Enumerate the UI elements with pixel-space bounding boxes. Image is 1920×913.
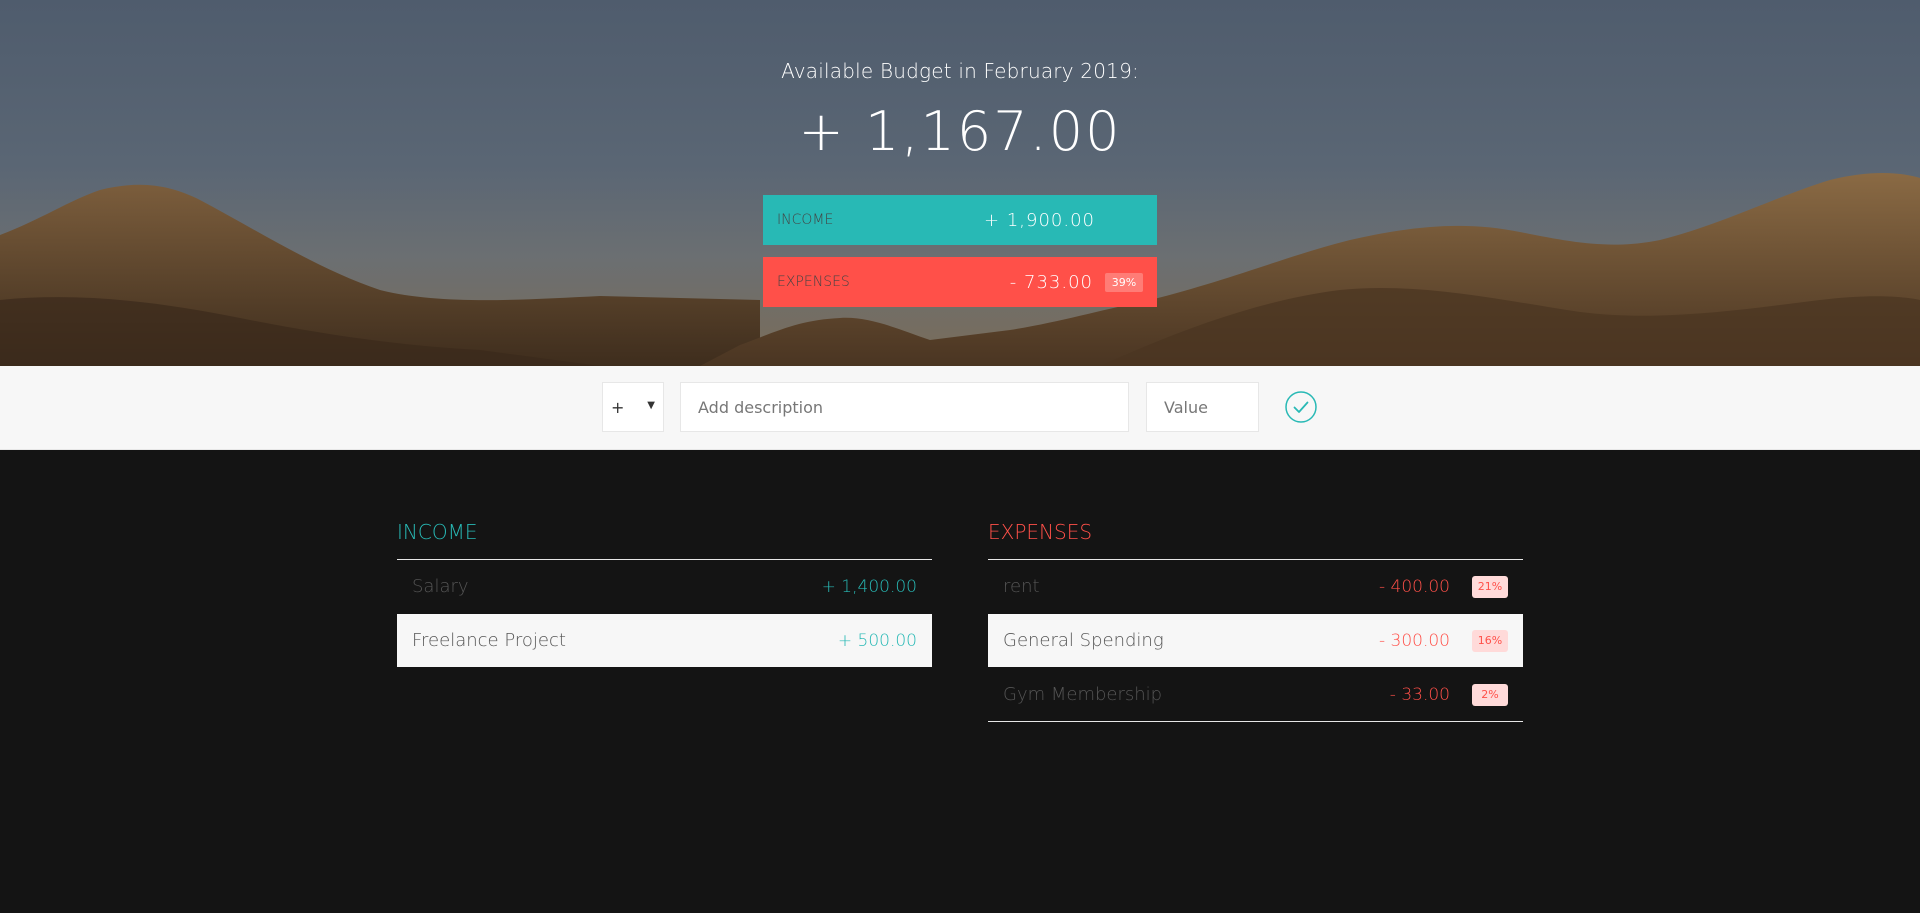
add-entry-bar: + ▼ <box>0 366 1920 450</box>
expenses-summary-value: - 733.00 <box>1009 271 1093 293</box>
add-entry-button[interactable] <box>1285 391 1317 423</box>
item-value: + 1,400.00 <box>821 576 917 597</box>
description-input[interactable] <box>680 382 1129 432</box>
item-value: - 33.00 <box>1389 684 1450 705</box>
item-value: + 500.00 <box>837 630 917 651</box>
item-description: Gym Membership <box>1003 684 1163 705</box>
income-items: Salary + 1,400.00 Freelance Project + 50… <box>397 559 932 668</box>
expenses-list-title: Expenses <box>988 520 1093 544</box>
entry-type-select[interactable]: + ▼ <box>602 382 664 432</box>
income-item[interactable]: Freelance Project + 500.00 <box>397 614 932 668</box>
income-summary: Income + 1,900.00 <box>763 195 1157 245</box>
expense-item[interactable]: rent - 400.00 21% <box>988 560 1523 614</box>
income-list-title: Income <box>397 520 478 544</box>
budget-header: Available Budget in February 2019: + 1,1… <box>0 0 1920 366</box>
item-value: - 300.00 <box>1378 630 1450 651</box>
expenses-summary-label: Expenses <box>777 274 850 290</box>
item-percentage-badge: 21% <box>1472 575 1508 598</box>
item-description: Freelance Project <box>412 630 566 651</box>
available-budget-value: + 1,167.00 <box>798 100 1122 163</box>
hills-background-image <box>0 173 1920 366</box>
expenses-summary: Expenses - 733.00 39% <box>763 257 1157 307</box>
income-item[interactable]: Salary + 1,400.00 <box>397 560 932 614</box>
item-percentage-badge: 2% <box>1472 683 1508 706</box>
item-description: Salary <box>412 576 469 597</box>
item-description: General Spending <box>1003 630 1164 651</box>
chevron-down-icon: ▼ <box>647 400 655 411</box>
item-value: - 400.00 <box>1378 576 1450 597</box>
item-percentage-badge: 16% <box>1472 629 1508 652</box>
item-description: rent <box>1003 576 1040 597</box>
income-summary-label: Income <box>777 212 834 228</box>
income-list: Income Salary + 1,400.00 Freelance Proje… <box>397 520 932 668</box>
expenses-percentage-badge: 39% <box>1105 272 1143 292</box>
checkmark-circle-icon <box>1285 391 1317 423</box>
budget-title: Available Budget in February 2019: <box>781 59 1139 83</box>
expense-item[interactable]: Gym Membership - 33.00 2% <box>988 668 1523 722</box>
entry-type-value: + <box>611 397 625 417</box>
expenses-list: Expenses rent - 400.00 21% General Spend… <box>988 520 1523 722</box>
expense-item[interactable]: General Spending - 300.00 16% <box>988 614 1523 668</box>
expense-items: rent - 400.00 21% General Spending - 300… <box>988 559 1523 722</box>
income-summary-value: + 1,900.00 <box>984 209 1095 231</box>
value-input[interactable] <box>1146 382 1259 432</box>
